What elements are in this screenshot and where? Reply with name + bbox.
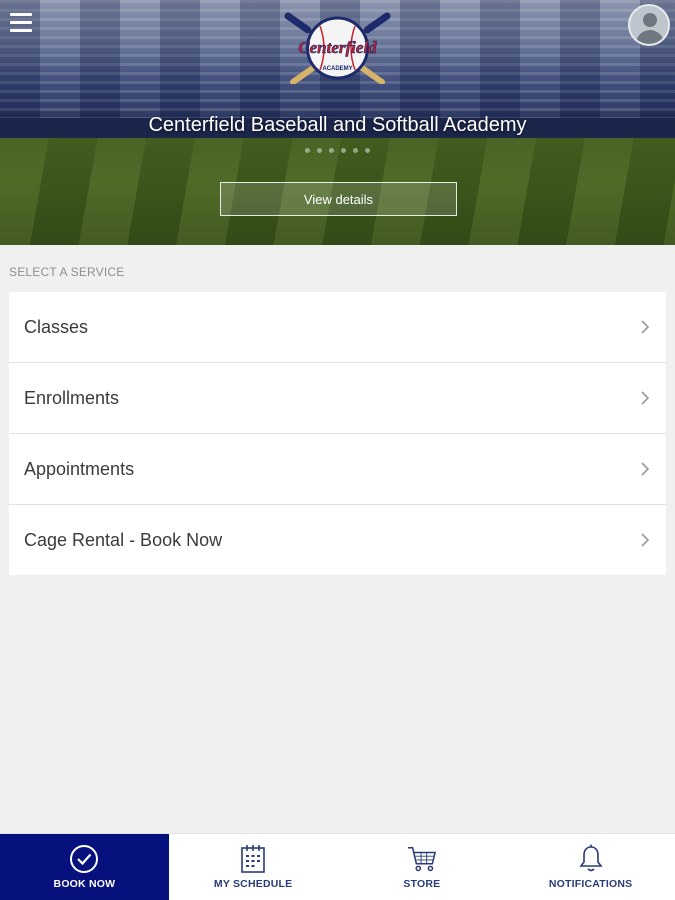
service-item-label: Classes [24, 316, 89, 337]
tab-store[interactable]: STORE [338, 834, 507, 900]
service-item-label: Cage Rental - Book Now [24, 529, 223, 550]
service-item-enrollments[interactable]: Enrollments [9, 363, 666, 434]
tab-label: NOTIFICATIONS [548, 878, 633, 890]
svg-text:Centerfield: Centerfield [298, 38, 377, 57]
tab-book-now[interactable]: BOOK NOW [0, 834, 169, 900]
tab-label: BOOK NOW [53, 878, 116, 890]
chevron-right-icon [641, 320, 650, 334]
cart-icon [407, 844, 437, 874]
calendar-icon [238, 844, 268, 874]
service-item-appointments[interactable]: Appointments [9, 434, 666, 505]
chevron-right-icon [641, 533, 650, 547]
carousel-dots [305, 148, 370, 154]
service-item-label: Appointments [24, 458, 135, 479]
service-item-classes[interactable]: Classes [9, 292, 666, 363]
bottom-navigation: BOOK NOW MY SCHEDULE STORE NOTIFICATIONS [0, 833, 675, 900]
bell-icon [576, 844, 606, 874]
tab-my-schedule[interactable]: MY SCHEDULE [169, 834, 338, 900]
tab-label: MY SCHEDULE [213, 878, 293, 890]
chevron-right-icon [641, 391, 650, 405]
tab-label: STORE [403, 878, 441, 890]
view-details-button[interactable]: View details [220, 182, 457, 216]
service-list: Classes Enrollments Appointments Cage Re… [9, 292, 666, 575]
centerfield-logo: Centerfield ACADEMY [284, 12, 391, 84]
business-name: Centerfield Baseball and Softball Academ… [148, 114, 527, 136]
chevron-right-icon [641, 462, 650, 476]
check-circle-icon [69, 844, 99, 874]
service-item-cage-rental[interactable]: Cage Rental - Book Now [9, 505, 666, 575]
svg-text:ACADEMY: ACADEMY [322, 66, 352, 72]
service-item-label: Enrollments [24, 387, 120, 408]
profile-avatar-icon[interactable] [628, 4, 670, 46]
hero-banner: Centerfield ACADEMY Centerfield Baseball… [0, 0, 675, 245]
tab-notifications[interactable]: NOTIFICATIONS [506, 834, 675, 900]
section-label: SELECT A SERVICE [9, 265, 125, 279]
hamburger-menu-icon[interactable] [10, 13, 32, 32]
